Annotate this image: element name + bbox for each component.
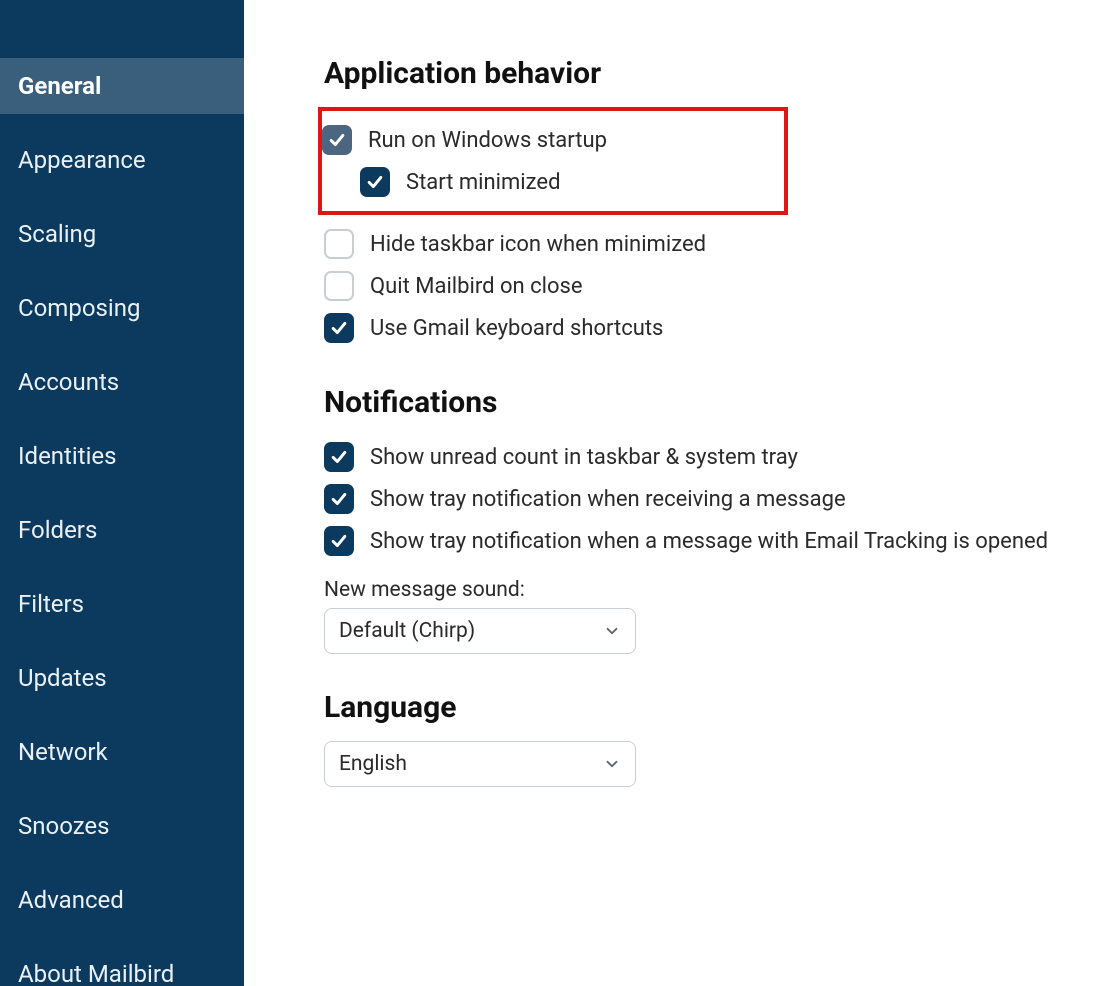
sidebar-item-snoozes[interactable]: Snoozes <box>0 798 244 854</box>
option-tray-on-receive[interactable]: Show tray notification when receiving a … <box>324 478 1097 520</box>
select-value: Default (Chirp) <box>339 619 475 643</box>
option-label: Start minimized <box>406 170 560 195</box>
sidebar-item-identities[interactable]: Identities <box>0 428 244 484</box>
sidebar-item-accounts[interactable]: Accounts <box>0 354 244 410</box>
sidebar-item-filters[interactable]: Filters <box>0 576 244 632</box>
checkbox-icon <box>324 526 354 556</box>
option-label: Show tray notification when receiving a … <box>370 487 846 512</box>
checkbox-icon <box>324 271 354 301</box>
settings-panel: Application behavior Run on Windows star… <box>244 0 1107 986</box>
option-hide-taskbar-icon[interactable]: Hide taskbar icon when minimized <box>324 223 1097 265</box>
section-language: Language English <box>324 690 1097 787</box>
checkbox-icon <box>324 484 354 514</box>
option-label: Show tray notification when a message wi… <box>370 529 1048 554</box>
checkbox-icon <box>324 442 354 472</box>
select-new-message-sound[interactable]: Default (Chirp) <box>324 608 636 654</box>
select-value: English <box>339 752 407 776</box>
select-language[interactable]: English <box>324 741 636 787</box>
heading-language: Language <box>324 690 1097 725</box>
checkbox-icon <box>322 125 352 155</box>
sidebar-item-advanced[interactable]: Advanced <box>0 872 244 928</box>
checkbox-icon <box>324 229 354 259</box>
chevron-down-icon <box>603 755 621 773</box>
settings-window: General Appearance Scaling Composing Acc… <box>0 0 1107 986</box>
sidebar-item-network[interactable]: Network <box>0 724 244 780</box>
sidebar-item-general[interactable]: General <box>0 58 244 114</box>
option-label: Hide taskbar icon when minimized <box>370 232 706 257</box>
option-label: Show unread count in taskbar & system tr… <box>370 445 798 470</box>
sidebar-item-appearance[interactable]: Appearance <box>0 132 244 188</box>
sidebar-item-composing[interactable]: Composing <box>0 280 244 336</box>
heading-notifications: Notifications <box>324 385 1097 420</box>
section-notifications: Notifications Show unread count in taskb… <box>324 385 1097 654</box>
option-tray-on-tracking-open[interactable]: Show tray notification when a message wi… <box>324 520 1097 562</box>
option-gmail-shortcuts[interactable]: Use Gmail keyboard shortcuts <box>324 307 1097 349</box>
heading-application-behavior: Application behavior <box>324 56 1097 91</box>
option-label: Use Gmail keyboard shortcuts <box>370 316 663 341</box>
checkbox-icon <box>324 313 354 343</box>
label-new-message-sound: New message sound: <box>324 578 1097 602</box>
sidebar-item-folders[interactable]: Folders <box>0 502 244 558</box>
section-application-behavior: Application behavior Run on Windows star… <box>324 56 1097 349</box>
settings-sidebar: General Appearance Scaling Composing Acc… <box>0 0 244 986</box>
option-quit-on-close[interactable]: Quit Mailbird on close <box>324 265 1097 307</box>
sidebar-item-about-mailbird[interactable]: About Mailbird <box>0 946 244 986</box>
sidebar-item-scaling[interactable]: Scaling <box>0 206 244 262</box>
option-label: Run on Windows startup <box>368 128 607 153</box>
checkbox-icon <box>360 167 390 197</box>
sidebar-item-updates[interactable]: Updates <box>0 650 244 706</box>
option-start-minimized[interactable]: Start minimized <box>322 161 776 203</box>
option-run-on-startup[interactable]: Run on Windows startup <box>322 119 776 161</box>
option-show-unread-count[interactable]: Show unread count in taskbar & system tr… <box>324 436 1097 478</box>
chevron-down-icon <box>603 622 621 640</box>
highlight-startup-options: Run on Windows startup Start minimized <box>318 107 788 215</box>
option-label: Quit Mailbird on close <box>370 274 583 299</box>
